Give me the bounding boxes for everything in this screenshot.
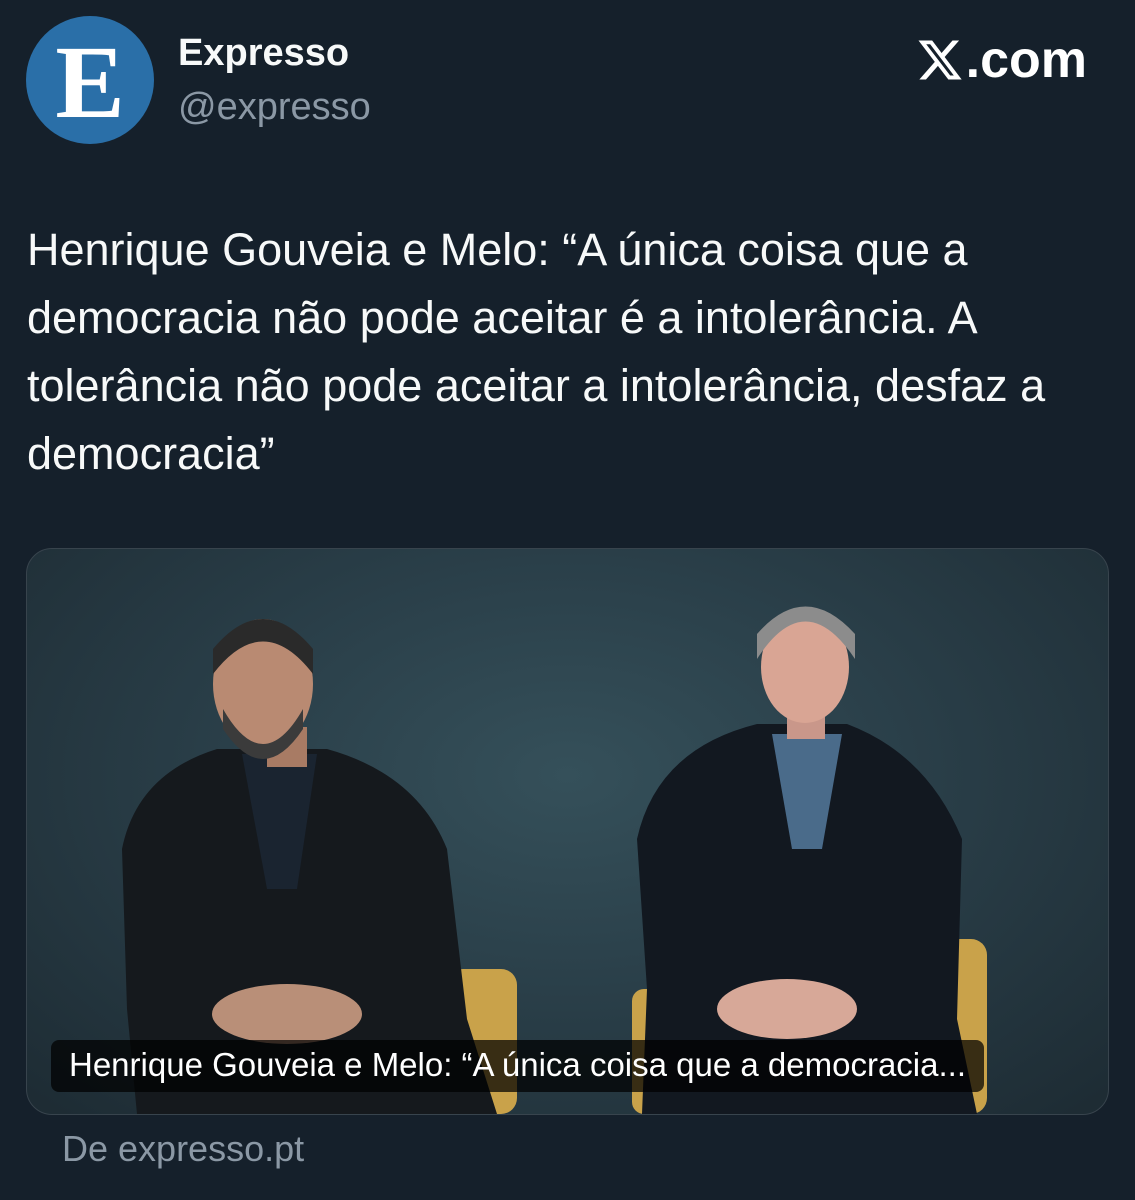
card-photo xyxy=(122,606,987,1114)
account-handle[interactable]: @expresso xyxy=(178,86,371,129)
brand-text: .com xyxy=(965,31,1087,89)
x-logo-icon xyxy=(918,40,962,80)
account-display-name[interactable]: Expresso xyxy=(178,32,349,75)
link-card[interactable]: Henrique Gouveia e Melo: “A única coisa … xyxy=(26,548,1109,1115)
avatar-letter: E xyxy=(55,25,125,140)
account-avatar[interactable]: E xyxy=(26,16,154,144)
brand-watermark: .com xyxy=(916,34,1087,86)
right-person xyxy=(637,606,977,1114)
card-caption: Henrique Gouveia e Melo: “A única coisa … xyxy=(51,1040,984,1092)
tweet-text: Henrique Gouveia e Melo: “A única coisa … xyxy=(27,224,1046,479)
card-source[interactable]: De expresso.pt xyxy=(62,1128,304,1170)
